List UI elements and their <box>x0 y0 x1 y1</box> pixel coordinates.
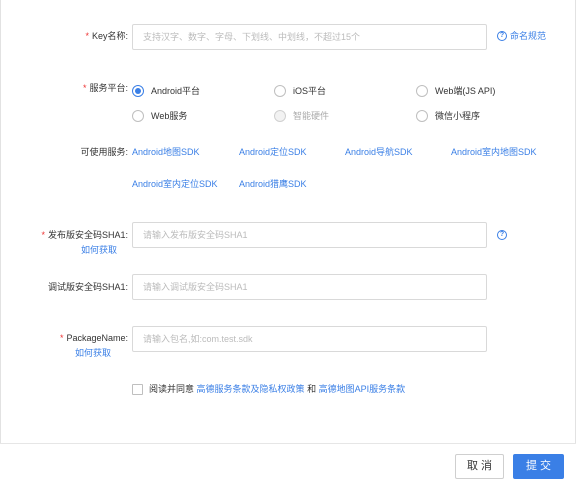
help-icon[interactable]: ? <box>497 31 507 41</box>
how-to-get-link[interactable]: 如何获取 <box>81 244 117 256</box>
service-link[interactable]: Android导航SDK <box>345 146 413 158</box>
service-link[interactable]: Android定位SDK <box>239 146 307 158</box>
platform-radio-ios[interactable]: iOS平台 <box>274 84 326 97</box>
submit-button[interactable]: 提 交 <box>513 454 564 479</box>
platform-radio-web-service[interactable]: Web服务 <box>132 109 187 122</box>
service-link[interactable]: Android室内定位SDK <box>132 178 218 190</box>
radio-checked-icon <box>132 84 144 97</box>
release-sha1-input[interactable]: 请输入发布版安全码SHA1 <box>132 222 487 248</box>
platform-radio-wechat-miniprogram[interactable]: 微信小程序 <box>416 109 480 122</box>
service-link[interactable]: Android猎鹰SDK <box>239 178 307 190</box>
agreement-checkbox[interactable] <box>132 384 143 395</box>
release-sha1-label: * 发布版安全码SHA1: <box>41 230 128 240</box>
cancel-button[interactable]: 取 消 <box>455 454 504 479</box>
debug-sha1-label: 调试版安全码SHA1: <box>47 282 128 292</box>
platform-radio-web-js[interactable]: Web端(JS API) <box>416 84 495 97</box>
platform-label: * 服务平台: <box>82 83 128 93</box>
api-terms-link[interactable]: 高德地图API服务条款 <box>319 384 406 394</box>
radio-icon <box>416 109 428 122</box>
radio-icon <box>132 109 144 122</box>
help-icon[interactable]: ? <box>497 230 507 240</box>
debug-sha1-input[interactable]: 请输入调试版安全码SHA1 <box>132 274 487 300</box>
dialog-footer: 取 消 提 交 <box>0 443 576 486</box>
platform-radio-smart-hardware: 智能硬件 <box>274 109 329 122</box>
key-name-input[interactable]: 支持汉字、数字、字母、下划线、中划线，不超过15个 <box>132 24 487 50</box>
platform-radio-android[interactable]: Android平台 <box>132 84 200 97</box>
service-link[interactable]: Android室内地图SDK <box>451 146 537 158</box>
radio-disabled-icon <box>274 109 286 122</box>
package-name-label: * PackageName: <box>59 333 128 343</box>
radio-icon <box>416 84 428 97</box>
terms-link[interactable]: 高德服务条款及隐私权政策 <box>197 384 305 394</box>
how-to-get-link[interactable]: 如何获取 <box>75 347 111 359</box>
naming-rule-link[interactable]: 命名规范 <box>510 30 546 42</box>
radio-icon <box>274 84 286 97</box>
package-name-input[interactable]: 请输入包名,如:com.test.sdk <box>132 326 487 352</box>
agreement-text: 阅读并同意 高德服务条款及隐私权政策 和 高德地图API服务条款 <box>149 384 406 394</box>
services-label: 可使用服务: <box>80 147 128 157</box>
key-name-label: * Key名称: <box>85 31 128 41</box>
service-link[interactable]: Android地图SDK <box>132 146 200 158</box>
